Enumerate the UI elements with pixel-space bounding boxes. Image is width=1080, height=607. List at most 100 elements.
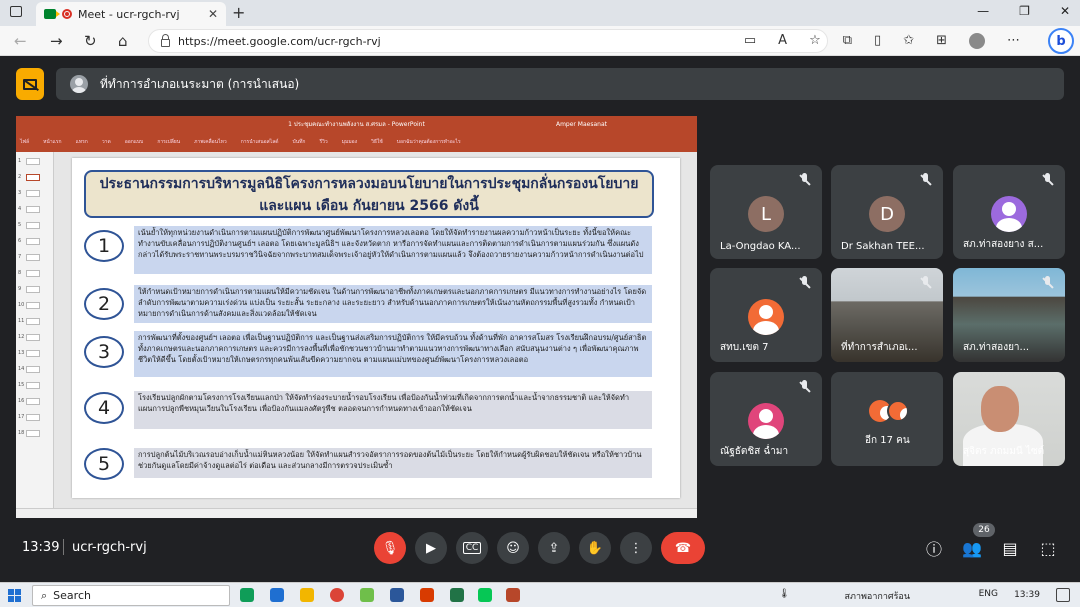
acrobat-icon[interactable] — [420, 588, 434, 602]
close-window-button[interactable]: ✕ — [1060, 4, 1070, 18]
participant-tile[interactable]: D Dr Sakhan TEE... — [831, 165, 943, 259]
refresh-icon[interactable]: ↻ — [84, 32, 97, 50]
presentation-indicator[interactable] — [16, 68, 44, 100]
others-count: อีก 17 คน — [865, 435, 910, 446]
participant-name: สทบ.เขต 7 — [720, 342, 769, 353]
participant-tile[interactable]: สภ.ท่าสองยาง ส... — [953, 165, 1065, 259]
collections-icon[interactable]: ⊞ — [936, 33, 947, 49]
line-icon[interactable] — [478, 588, 492, 602]
taskbar-app-icon[interactable] — [360, 588, 374, 602]
more-options-button[interactable]: ⋮ — [620, 532, 652, 564]
slide-thumb — [26, 350, 40, 357]
activities-icon[interactable]: ⬚ — [1036, 536, 1060, 560]
slide-thumb — [26, 334, 40, 341]
restore-button[interactable]: ❐ — [1019, 4, 1030, 18]
close-tab-icon[interactable]: ✕ — [208, 7, 218, 21]
captions-icon: CC — [462, 542, 482, 554]
slide-thumb — [26, 222, 40, 229]
participant-tile[interactable]: L La-Ongdao KA... — [710, 165, 822, 259]
file-explorer-icon[interactable] — [300, 588, 314, 602]
weather-label: สภาพอากาศร้อน — [844, 592, 910, 602]
new-tab-button[interactable]: + — [232, 3, 245, 22]
search-icon: ⌕ — [41, 588, 48, 602]
participant-name: Dr Sakhan TEE... — [841, 241, 925, 252]
camera-icon[interactable]: ▭ — [744, 33, 756, 49]
powerpoint-titlebar: 1 ประชุมคณะทำงานพลังงาน ส.ศรมล - PowerPo… — [16, 116, 697, 132]
slide-thumb — [26, 190, 40, 197]
ribbon-tab: การเปลี่ยน — [157, 139, 181, 145]
present-button[interactable]: ⇪ — [538, 532, 570, 564]
participant-avatar — [748, 299, 784, 335]
participant-tile[interactable]: สภ.ท่าสองยา... — [953, 268, 1065, 362]
back-arrow-icon[interactable]: ← — [14, 32, 27, 50]
participant-name: ณัฐธัตชิส ฉ่ำมา — [720, 446, 789, 457]
participant-tile[interactable]: สทบ.เขต 7 — [710, 268, 822, 362]
home-icon[interactable]: ⌂ — [118, 32, 128, 50]
participant-name: La-Ongdao KA... — [720, 241, 801, 252]
favorites-icon[interactable]: ✩ — [903, 33, 914, 49]
shared-screen: 1 ประชุมคณะทำงานพลังงาน ส.ศรมล - PowerPo… — [16, 116, 697, 518]
leave-call-button[interactable]: ☎ — [661, 532, 705, 564]
ribbon-tab: วิธีใช้ — [371, 139, 383, 145]
raise-hand-button[interactable]: ✋ — [579, 532, 611, 564]
read-aloud-icon[interactable]: A — [778, 33, 787, 49]
hand-icon: ✋ — [586, 540, 604, 556]
search-label: Search — [53, 589, 91, 602]
thermometer-icon: 🌡 — [778, 589, 790, 599]
windows-start-icon[interactable] — [8, 589, 21, 602]
window-controls: — ❐ ✕ — [977, 4, 1070, 18]
slide-thumb — [26, 382, 40, 389]
participant-tile[interactable]: สุจิตร ภถมมนี ไซต์ — [953, 372, 1065, 466]
recording-icon — [62, 9, 72, 19]
excel-icon[interactable] — [450, 588, 464, 602]
profile-avatar[interactable] — [969, 33, 985, 49]
present-screen-icon: ⇪ — [548, 540, 560, 556]
powerpoint-icon[interactable] — [506, 588, 520, 602]
camera-toggle-button[interactable]: ▶ — [415, 532, 447, 564]
forward-arrow-icon[interactable]: → — [50, 32, 63, 50]
item-text: การปลูกต้นไม้บริเวณรอบอ่างเก็บน้ำแม่หินห… — [134, 448, 652, 478]
taskbar-app-icon[interactable] — [270, 588, 284, 602]
item-text: เน้นย้ำให้ทุกหน่วยงานดำเนินการตามแผนปฏิบ… — [134, 226, 652, 274]
ribbon-tab: รีวิว — [319, 139, 328, 145]
more-vertical-icon: ⋮ — [629, 540, 643, 556]
reactions-button[interactable]: ☺ — [497, 532, 529, 564]
people-icon[interactable]: 👥 — [960, 536, 984, 560]
slide-thumb — [26, 302, 40, 309]
others-avatars — [867, 400, 911, 426]
powerpoint-body: 1 2 3 4 5 6 7 8 9 10 11 12 13 14 15 16 1… — [16, 152, 697, 518]
item-number: 5 — [84, 448, 124, 480]
bing-icon[interactable]: b — [1048, 28, 1074, 54]
language-indicator[interactable]: ENG — [979, 589, 998, 599]
minimize-button[interactable]: — — [977, 4, 989, 18]
participant-avatar — [887, 400, 909, 422]
taskbar-search[interactable]: ⌕ Search — [32, 585, 230, 606]
word-icon[interactable] — [390, 588, 404, 602]
participant-tile[interactable]: ณัฐธัตชิส ฉ่ำมา — [710, 372, 822, 466]
notification-icon[interactable] — [1056, 588, 1070, 602]
url-bar[interactable]: https://meet.google.com/ucr-rgch-rvj — [148, 29, 828, 53]
split-screen-icon[interactable]: ▯ — [874, 33, 881, 49]
mic-toggle-button[interactable]: 🎙 — [374, 532, 406, 564]
slide-thumb — [26, 174, 40, 181]
chat-icon[interactable]: ▤ — [998, 536, 1022, 560]
others-tile[interactable]: อีก 17 คน — [831, 372, 943, 466]
slide-thumb — [26, 270, 40, 277]
more-menu-icon[interactable]: ⋯ — [1007, 33, 1020, 49]
captions-button[interactable]: CC — [456, 532, 488, 564]
slide-thumb — [26, 286, 40, 293]
meeting-info-icon[interactable]: ⓘ — [922, 536, 946, 560]
ppt-title: 1 ประชุมคณะทำงานพลังงาน ส.ศรมล - PowerPo… — [288, 121, 425, 128]
mic-off-icon — [919, 276, 933, 290]
browser-tab-meet[interactable]: Meet - ucr-rgch-rvj ✕ — [36, 2, 226, 26]
tab-actions-icon[interactable] — [10, 6, 22, 17]
slide-thumb — [26, 414, 40, 421]
mic-off-icon — [1041, 276, 1055, 290]
meeting-code: ucr-rgch-rvj — [72, 540, 147, 555]
meeting-time: 13:39 — [22, 540, 60, 555]
extensions-icon[interactable]: ⧉ — [843, 33, 852, 49]
favorite-star-icon[interactable]: ☆ — [809, 33, 821, 49]
participant-tile[interactable]: ที่ทำการสำเภอเ... — [831, 268, 943, 362]
edge-app-icon[interactable] — [240, 588, 254, 602]
chrome-icon[interactable] — [330, 588, 344, 602]
